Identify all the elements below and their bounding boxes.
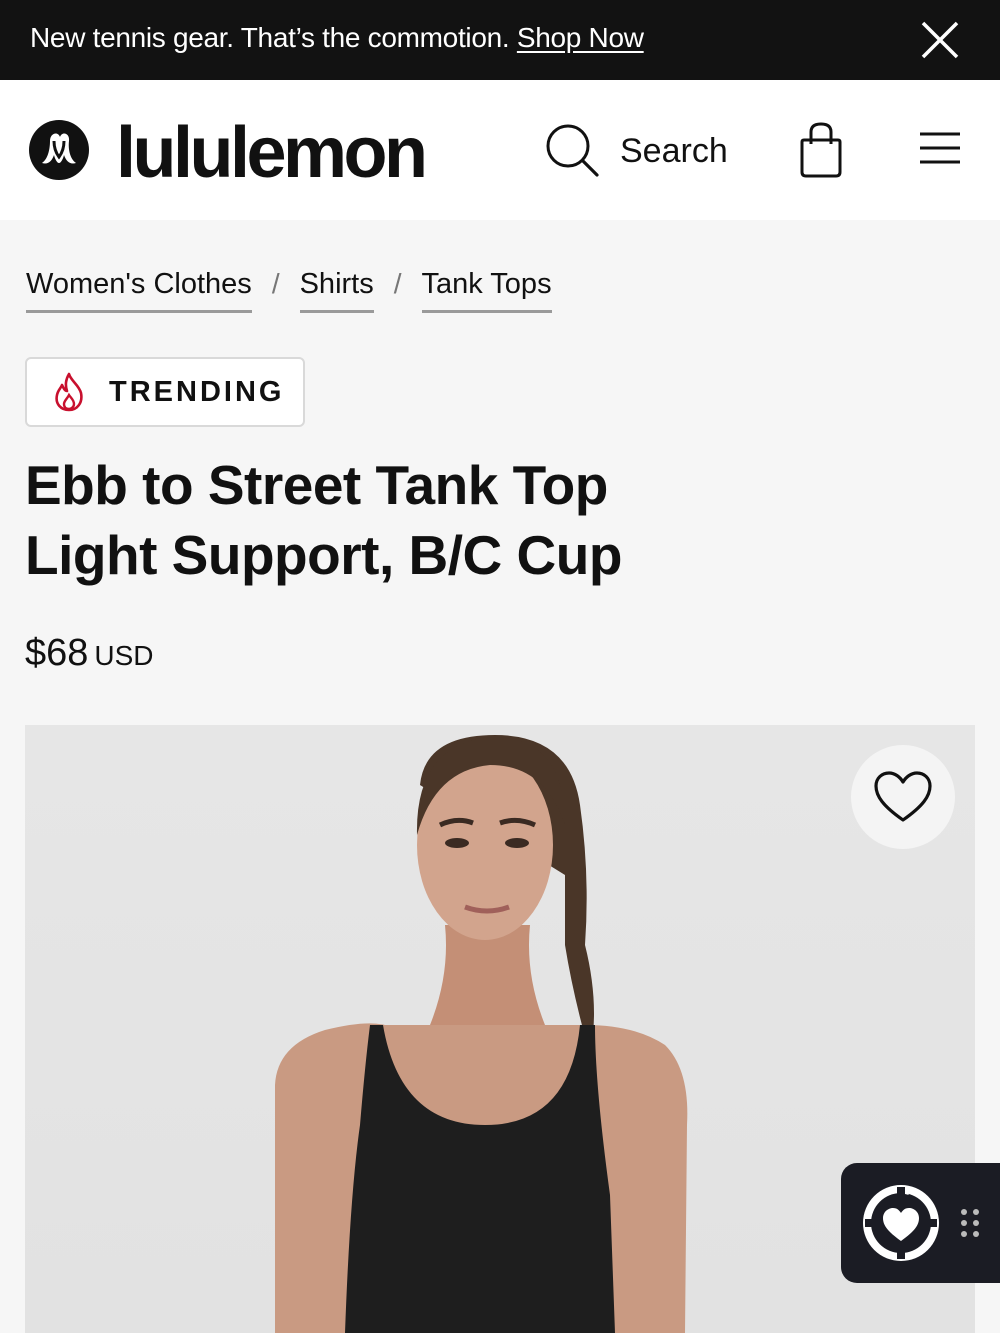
floating-support-widget[interactable] xyxy=(841,1163,1000,1283)
trending-label: TRENDING xyxy=(109,376,285,408)
breadcrumb-separator: / xyxy=(393,268,402,299)
drag-handle-icon[interactable] xyxy=(959,1207,981,1239)
breadcrumb: Women's Clothes / Shirts / Tank Tops xyxy=(26,266,552,316)
product-price: $68 USD xyxy=(25,632,154,675)
shopping-bag-icon[interactable] xyxy=(796,120,846,180)
search-icon xyxy=(546,124,599,177)
announcement-bar: New tennis gear. That’s the commotion. S… xyxy=(0,0,1000,80)
flame-icon xyxy=(55,372,83,412)
breadcrumb-tank-tops[interactable]: Tank Tops xyxy=(421,266,552,313)
product-image[interactable] xyxy=(25,725,975,1333)
search-button[interactable]: Search xyxy=(544,122,744,178)
heart-icon xyxy=(874,771,932,822)
lululemon-logo-icon[interactable] xyxy=(28,119,90,181)
announcement-message: New tennis gear. That’s the commotion. S… xyxy=(30,22,644,54)
site-header: lululemon Search xyxy=(0,80,1000,220)
trending-badge: TRENDING xyxy=(25,357,305,427)
price-currency: USD xyxy=(94,640,154,671)
brand-wordmark[interactable]: lululemon xyxy=(116,113,428,193)
close-announcement-button[interactable] xyxy=(918,18,962,62)
model-photo xyxy=(275,735,688,1333)
price-amount: $68 xyxy=(25,632,89,674)
hamburger-menu-icon[interactable] xyxy=(916,128,964,168)
shop-now-link[interactable]: Shop Now xyxy=(517,22,644,53)
product-title-line-2: Light Support, B/C Cup xyxy=(25,524,622,586)
search-label: Search xyxy=(620,132,728,170)
wishlist-button[interactable] xyxy=(851,745,955,849)
product-title: Ebb to Street Tank Top Light Support, B/… xyxy=(25,450,925,590)
announcement-text: New tennis gear. That’s the commotion. xyxy=(30,22,510,53)
lifebuoy-heart-icon xyxy=(863,1185,939,1261)
close-icon xyxy=(921,21,959,59)
breadcrumb-shirts[interactable]: Shirts xyxy=(299,266,374,313)
product-title-line-1: Ebb to Street Tank Top xyxy=(25,454,608,516)
breadcrumb-separator: / xyxy=(271,268,280,299)
breadcrumb-womens-clothes[interactable]: Women's Clothes xyxy=(26,266,252,313)
